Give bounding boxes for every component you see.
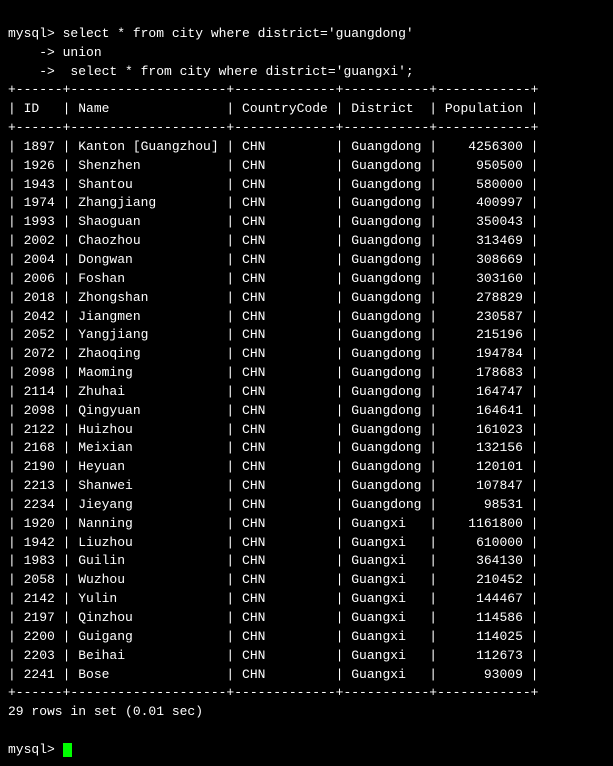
table-row: | 2142 | Yulin | CHN | Guangxi | 144467 … <box>8 591 539 606</box>
separator-header: +------+--------------------+-----------… <box>8 120 539 135</box>
table-row: | 1943 | Shantou | CHN | Guangdong | 580… <box>8 177 539 192</box>
table-row: | 2114 | Zhuhai | CHN | Guangdong | 1647… <box>8 384 539 399</box>
table-row: | 2122 | Huizhou | CHN | Guangdong | 161… <box>8 422 539 437</box>
table-row: | 2058 | Wuzhou | CHN | Guangxi | 210452… <box>8 572 539 587</box>
terminal-window: mysql> select * from city where district… <box>8 6 605 760</box>
table-row: | 2072 | Zhaoqing | CHN | Guangdong | 19… <box>8 346 539 361</box>
table-row: | 1942 | Liuzhou | CHN | Guangxi | 61000… <box>8 535 539 550</box>
table-row: | 1926 | Shenzhen | CHN | Guangdong | 95… <box>8 158 539 173</box>
table-row: | 2098 | Qingyuan | CHN | Guangdong | 16… <box>8 403 539 418</box>
table-row: | 2002 | Chaozhou | CHN | Guangdong | 31… <box>8 233 539 248</box>
table-row: | 1983 | Guilin | CHN | Guangxi | 364130… <box>8 553 539 568</box>
cursor <box>63 743 72 757</box>
table-row: | 2213 | Shanwei | CHN | Guangdong | 107… <box>8 478 539 493</box>
table-row: | 2203 | Beihai | CHN | Guangxi | 112673… <box>8 648 539 663</box>
prompt-line3: -> select * from city where district='gu… <box>8 64 414 79</box>
prompt-line1: mysql> select * from city where district… <box>8 26 414 41</box>
table-row: | 2234 | Jieyang | CHN | Guangdong | 985… <box>8 497 539 512</box>
table-row: | 2004 | Dongwan | CHN | Guangdong | 308… <box>8 252 539 267</box>
table-row: | 2168 | Meixian | CHN | Guangdong | 132… <box>8 440 539 455</box>
table-row: | 2197 | Qinzhou | CHN | Guangxi | 11458… <box>8 610 539 625</box>
final-prompt-line: mysql> <box>8 742 72 757</box>
table-row: | 2018 | Zhongshan | CHN | Guangdong | 2… <box>8 290 539 305</box>
data-rows-container: | 1897 | Kanton [Guangzhou] | CHN | Guan… <box>8 139 539 682</box>
table-row: | 1897 | Kanton [Guangzhou] | CHN | Guan… <box>8 139 539 154</box>
separator-bottom: +------+--------------------+-----------… <box>8 685 539 700</box>
table-header: | ID | Name | CountryCode | District | P… <box>8 101 539 116</box>
table-row: | 1920 | Nanning | CHN | Guangxi | 11618… <box>8 516 539 531</box>
table-row: | 2200 | Guigang | CHN | Guangxi | 11402… <box>8 629 539 644</box>
table-row: | 2241 | Bose | CHN | Guangxi | 93009 | <box>8 667 539 682</box>
table-row: | 2098 | Maoming | CHN | Guangdong | 178… <box>8 365 539 380</box>
separator-top: +------+--------------------+-----------… <box>8 82 539 97</box>
prompt-line2: -> union <box>8 45 102 60</box>
table-row: | 2190 | Heyuan | CHN | Guangdong | 1201… <box>8 459 539 474</box>
summary-text: 29 rows in set (0.01 sec) <box>8 704 203 719</box>
table-row: | 1993 | Shaoguan | CHN | Guangdong | 35… <box>8 214 539 229</box>
table-row: | 1974 | Zhangjiang | CHN | Guangdong | … <box>8 195 539 210</box>
table-row: | 2052 | Yangjiang | CHN | Guangdong | 2… <box>8 327 539 342</box>
table-row: | 2006 | Foshan | CHN | Guangdong | 3031… <box>8 271 539 286</box>
table-row: | 2042 | Jiangmen | CHN | Guangdong | 23… <box>8 309 539 324</box>
